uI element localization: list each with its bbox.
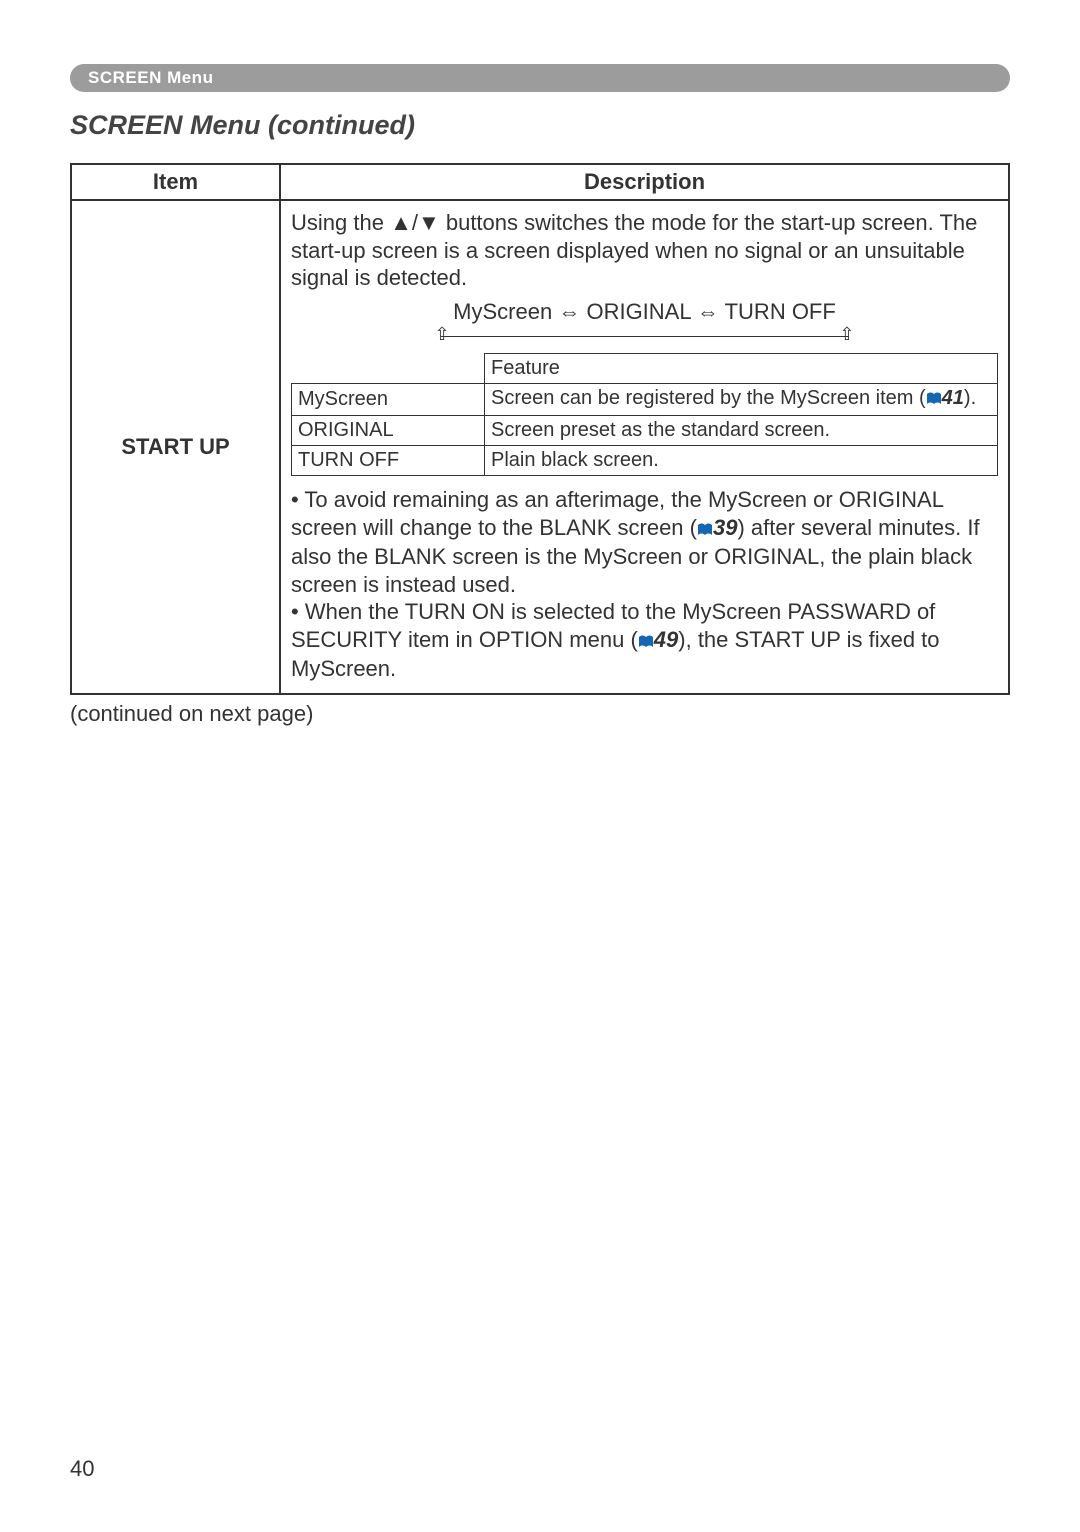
loopback-bar xyxy=(441,336,849,338)
feature-table: Feature MyScreen Screen can be registere… xyxy=(291,353,998,476)
note-1: • To avoid remaining as an afterimage, t… xyxy=(291,486,998,598)
mode-name: MyScreen xyxy=(292,384,485,416)
cycle-loopback: ⇧ ⇧ xyxy=(435,325,855,347)
mode-feature: Screen preset as the standard screen. xyxy=(485,416,998,446)
item-name-cell: START UP xyxy=(71,200,280,694)
loopback-arrow-right-icon: ⇧ xyxy=(839,323,854,346)
cycle-sep2: ⇔ xyxy=(691,299,725,324)
banner-text: SCREEN Menu xyxy=(88,68,213,88)
ref-number: 39 xyxy=(713,515,737,540)
feature-after: ). xyxy=(964,387,976,409)
mode-feature: Plain black screen. xyxy=(485,446,998,476)
feature-header-cell: Feature xyxy=(485,354,998,384)
note-2: • When the TURN ON is selected to the My… xyxy=(291,598,998,683)
banner-header: SCREEN Menu xyxy=(70,64,1010,92)
mode-name: TURN OFF xyxy=(292,446,485,476)
cycle-a: MyScreen xyxy=(453,299,552,324)
ref-number: 41 xyxy=(942,387,964,409)
book-icon xyxy=(926,388,942,413)
cycle-b: ORIGINAL xyxy=(586,299,690,324)
section-title: SCREEN Menu (continued) xyxy=(70,110,1010,141)
arrow-buttons-text: ▲/▼ xyxy=(390,210,440,235)
mode-cycle: MyScreen ⇔ ORIGINAL ⇔ TURN OFF ⇧ ⇧ xyxy=(291,298,998,348)
table-row: Feature xyxy=(292,354,998,384)
book-icon xyxy=(638,628,654,656)
intro-before: Using the xyxy=(291,210,390,235)
table-row: ORIGINAL Screen preset as the standard s… xyxy=(292,416,998,446)
loopback-arrow-left-icon: ⇧ xyxy=(435,323,450,346)
cycle-sep1: ⇔ xyxy=(552,299,586,324)
mode-name: ORIGINAL xyxy=(292,416,485,446)
book-icon xyxy=(697,516,713,544)
table-row: TURN OFF Plain black screen. xyxy=(292,446,998,476)
description-cell: Using the ▲/▼ buttons switches the mode … xyxy=(280,200,1009,694)
page-number: 40 xyxy=(70,1456,94,1482)
ref-number: 49 xyxy=(654,627,678,652)
table-row: MyScreen Screen can be registered by the… xyxy=(292,384,998,416)
menu-table: Item Description START UP Using the ▲/▼ … xyxy=(70,163,1010,695)
feature-before: Screen can be registered by the MyScreen… xyxy=(491,387,926,409)
continued-note: (continued on next page) xyxy=(70,701,1010,727)
mode-feature: Screen can be registered by the MyScreen… xyxy=(485,384,998,416)
cycle-line: MyScreen ⇔ ORIGINAL ⇔ TURN OFF xyxy=(291,298,998,326)
cycle-c: TURN OFF xyxy=(725,299,836,324)
feature-blank-cell xyxy=(292,354,485,384)
intro-paragraph: Using the ▲/▼ buttons switches the mode … xyxy=(291,209,998,292)
column-header-item: Item xyxy=(71,164,280,200)
column-header-description: Description xyxy=(280,164,1009,200)
